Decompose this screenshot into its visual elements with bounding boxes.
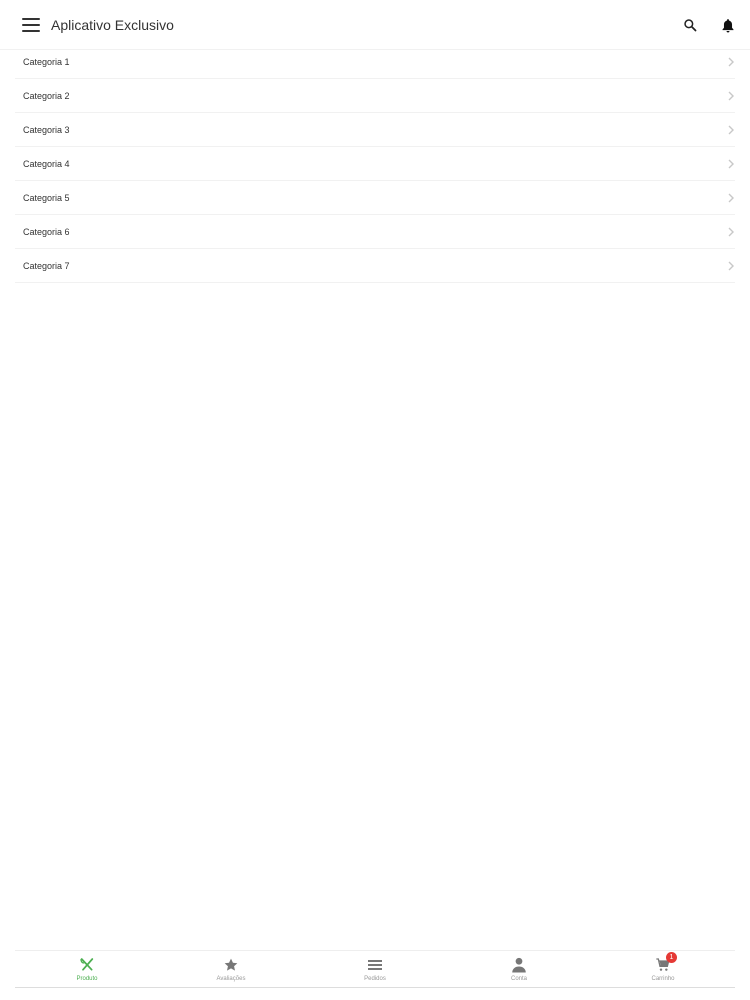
- category-label: Categoria 4: [23, 158, 70, 169]
- chevron-right-icon: [728, 227, 734, 236]
- nav-item-carrinho[interactable]: 1 Carrinho: [591, 951, 735, 987]
- menu-icon[interactable]: [22, 17, 40, 32]
- chevron-right-icon: [728, 193, 734, 202]
- chevron-right-icon: [728, 159, 734, 168]
- search-icon[interactable]: [680, 15, 700, 35]
- nav-label: Conta: [510, 976, 527, 982]
- nav-label: Produto: [76, 976, 98, 982]
- category-item[interactable]: Categoria 3: [15, 113, 735, 147]
- category-list: Categoria 1 Categoria 2 Categoria 3 Cate…: [15, 45, 735, 283]
- cart-icon: 1: [654, 952, 677, 974]
- category-item[interactable]: Categoria 6: [15, 215, 735, 249]
- category-item[interactable]: Categoria 7: [15, 249, 735, 283]
- nav-item-produto[interactable]: Produto: [15, 951, 159, 987]
- nav-item-conta[interactable]: Conta: [447, 951, 591, 987]
- category-label: Categoria 1: [23, 56, 70, 67]
- category-label: Categoria 5: [23, 192, 70, 203]
- category-item[interactable]: Categoria 5: [15, 181, 735, 215]
- category-item[interactable]: Categoria 2: [15, 79, 735, 113]
- bell-icon[interactable]: [718, 15, 738, 35]
- nav-item-pedidos[interactable]: Pedidos: [303, 951, 447, 987]
- category-label: Categoria 3: [23, 124, 70, 135]
- chevron-right-icon: [728, 91, 734, 100]
- nav-item-avaliacoes[interactable]: Avaliações: [159, 951, 303, 987]
- bottom-nav: Produto Avaliações Pedidos Conta 1 Carri…: [15, 950, 735, 988]
- cart-badge: 1: [666, 952, 677, 963]
- nav-label: Pedidos: [364, 976, 386, 982]
- nav-label: Avaliações: [216, 976, 246, 982]
- chevron-right-icon: [728, 57, 734, 66]
- category-label: Categoria 6: [23, 226, 70, 237]
- star-icon: [222, 956, 240, 974]
- list-icon: [366, 956, 384, 974]
- chevron-right-icon: [728, 125, 734, 134]
- header-actions: [680, 0, 738, 50]
- category-item[interactable]: Categoria 4: [15, 147, 735, 181]
- category-label: Categoria 2: [23, 90, 70, 101]
- app-title: Aplicativo Exclusivo: [51, 16, 174, 33]
- chevron-right-icon: [728, 261, 734, 270]
- category-item[interactable]: Categoria 1: [15, 45, 735, 79]
- app-header: Aplicativo Exclusivo: [0, 0, 750, 50]
- person-icon: [510, 956, 528, 974]
- app-screen: Aplicativo Exclusivo Categoria 1 Categor…: [0, 0, 750, 1000]
- category-label: Categoria 7: [23, 260, 70, 271]
- nav-label: Carrinho: [651, 976, 675, 982]
- utensils-icon: [78, 956, 96, 974]
